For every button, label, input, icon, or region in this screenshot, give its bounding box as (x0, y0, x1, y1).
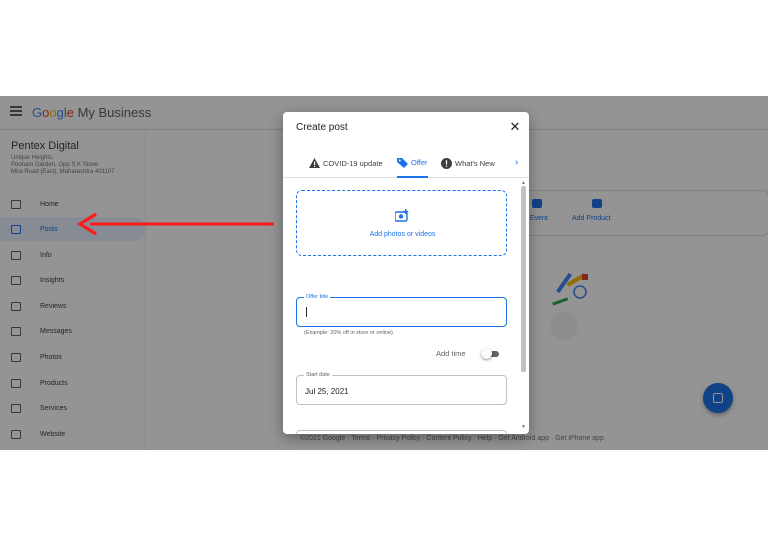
text-cursor (306, 307, 307, 317)
close-icon[interactable]: ✕ (509, 120, 521, 133)
add-time-label: Add time (436, 349, 466, 358)
scrollbar-thumb[interactable] (521, 186, 526, 372)
dialog-scrollbar[interactable]: ▲ ▼ (519, 180, 527, 430)
announcement-icon (441, 157, 452, 169)
scroll-down-icon[interactable]: ▼ (521, 424, 526, 430)
chevron-right-icon[interactable]: › (515, 157, 518, 168)
add-time-toggle[interactable] (481, 348, 499, 359)
tab-covid-update[interactable]: COVID-19 update (309, 148, 383, 178)
red-arrow-annotation (76, 212, 274, 236)
tab-offer[interactable]: Offer (397, 148, 428, 178)
end-date-field[interactable] (296, 430, 507, 434)
offer-title-input[interactable]: Offer title (296, 294, 507, 327)
create-post-dialog: Create post ✕ COVID-19 update Offer What… (283, 112, 529, 434)
screen: Google My Business Pentex Digital Unique… (0, 0, 768, 545)
tab-whats-new[interactable]: What's New (441, 148, 495, 178)
dialog-title: Create post (296, 122, 348, 133)
warning-icon (309, 158, 320, 168)
post-type-tabs: COVID-19 update Offer What's New › (283, 148, 529, 178)
offer-title-hint: (Example: 20% off in store or online) (304, 330, 393, 336)
dialog-body: Add photos or videos Offer title (Exampl… (283, 178, 529, 434)
add-photos-or-videos-button[interactable]: Add photos or videos (296, 190, 507, 256)
start-date-field[interactable]: Start date Jul 25, 2021 (296, 372, 507, 405)
add-photo-icon (395, 209, 409, 222)
tag-icon (397, 157, 408, 168)
